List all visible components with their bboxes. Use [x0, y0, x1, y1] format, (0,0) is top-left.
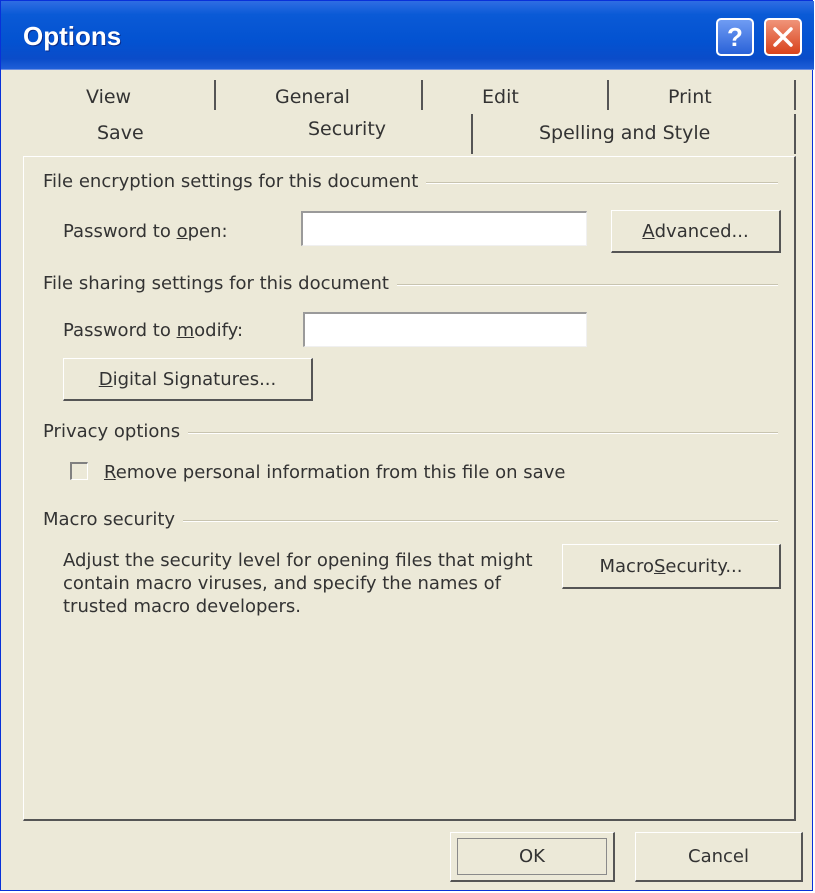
window-title: Options [23, 21, 122, 51]
tab-edit[interactable]: Edit [482, 86, 519, 108]
tab-separator [794, 80, 796, 110]
tab-separator [471, 114, 473, 154]
tab-general[interactable]: General [275, 86, 350, 108]
security-tab-panel [23, 156, 796, 821]
macro-security-button[interactable]: Macro Security... [562, 544, 781, 589]
encryption-heading: File encryption settings for this docume… [43, 171, 427, 192]
remove-personal-info-checkbox[interactable] [70, 462, 88, 480]
tab-save[interactable]: Save [97, 122, 144, 144]
ok-button[interactable]: OK [450, 832, 615, 882]
password-to-open-field[interactable] [301, 211, 587, 246]
tab-print[interactable]: Print [668, 86, 712, 108]
sharing-heading: File sharing settings for this document [43, 273, 397, 294]
close-icon [773, 27, 793, 47]
cancel-label: Cancel [688, 846, 749, 867]
macro-heading: Macro security [43, 509, 184, 530]
privacy-heading: Privacy options [43, 421, 189, 442]
tab-security[interactable]: Security [308, 118, 386, 140]
advanced-button[interactable]: Advanced... [611, 210, 781, 253]
macro-security-description: Adjust the security level for opening fi… [63, 550, 533, 617]
tab-separator [794, 114, 796, 154]
remove-personal-info-label[interactable]: Remove personal information from this fi… [104, 462, 565, 483]
digital-signatures-button[interactable]: Digital Signatures... [63, 358, 313, 401]
tab-spelling-and-style[interactable]: Spelling and Style [539, 122, 710, 144]
password-to-modify-field[interactable] [303, 312, 587, 347]
title-bar[interactable]: Options ? [1, 1, 814, 70]
password-to-modify-label: Password to modify: [63, 320, 244, 341]
tab-strip: View General Edit Print Save Security Sp… [1, 70, 812, 160]
options-dialog: Options ? View General Edit Print Save S… [0, 0, 814, 891]
tab-separator [214, 80, 216, 110]
default-button-focus-ring [457, 838, 607, 875]
cancel-button[interactable]: Cancel [635, 832, 803, 882]
help-button[interactable]: ? [716, 18, 754, 56]
close-button[interactable] [764, 18, 802, 56]
tab-separator [421, 80, 423, 110]
password-to-open-label: Password to open: [63, 221, 228, 242]
tab-separator [607, 80, 609, 110]
tab-view[interactable]: View [86, 86, 131, 108]
help-icon: ? [727, 21, 743, 52]
